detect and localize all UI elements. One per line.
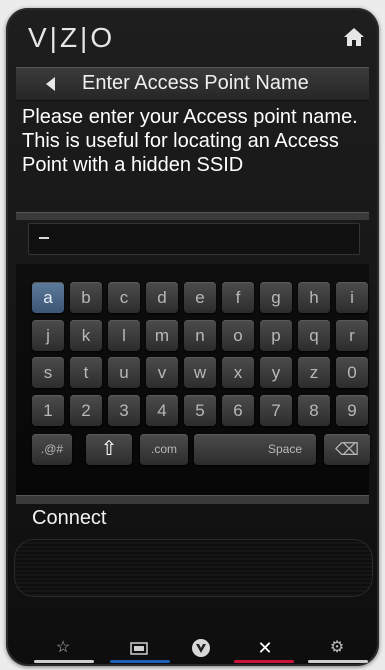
footer-underline [234,660,294,663]
footer-underline [308,660,368,663]
key-c[interactable]: c [108,282,140,313]
key-h[interactable]: h [298,282,330,313]
vizio-v-icon[interactable] [190,638,212,658]
footer-bar: ☆ ✕ ⚙ [6,634,379,666]
access-point-name-input[interactable] [28,223,360,255]
key-i[interactable]: i [336,282,368,313]
dotcom-key[interactable]: .com [140,434,188,465]
input-icon[interactable] [128,638,150,658]
text-cursor [39,237,49,239]
page-title: Enter Access Point Name [82,72,309,94]
key-3[interactable]: 3 [108,394,140,426]
key-r[interactable]: r [336,319,368,351]
title-bar: Enter Access Point Name [16,67,369,101]
divider [16,495,369,504]
key-x[interactable]: x [222,357,254,388]
key-w[interactable]: w [184,357,216,388]
key-d[interactable]: d [146,282,178,313]
key-6[interactable]: 6 [222,394,254,426]
exit-icon[interactable]: ✕ [254,638,276,658]
header: V|Z|O [6,8,379,66]
key-z[interactable]: z [298,357,330,388]
shift-key[interactable]: ⇧ [86,434,132,465]
key-5[interactable]: 5 [184,394,216,426]
divider [16,212,369,220]
key-0[interactable]: 0 [336,357,368,388]
key-2[interactable]: 2 [70,394,102,426]
key-y[interactable]: y [260,357,292,388]
key-4[interactable]: 4 [146,394,178,426]
backspace-key[interactable]: ⌫ [324,434,370,465]
back-arrow-icon[interactable] [46,77,55,91]
space-key[interactable]: Space [194,434,316,465]
footer-underline [110,660,170,663]
key-p[interactable]: p [260,319,292,351]
footer-underline [34,660,94,663]
key-e[interactable]: e [184,282,216,313]
key-8[interactable]: 8 [298,394,330,426]
key-a[interactable]: a [32,282,64,313]
key-1[interactable]: 1 [32,394,64,426]
menu-panel: V|Z|O Enter Access Point Name Please ent… [6,8,379,666]
key-b[interactable]: b [70,282,102,313]
key-n[interactable]: n [184,319,216,351]
vizio-logo: V|Z|O [28,22,116,53]
key-j[interactable]: j [32,319,64,351]
key-q[interactable]: q [298,319,330,351]
key-l[interactable]: l [108,319,140,351]
key-v[interactable]: v [146,357,178,388]
on-screen-keyboard: a b c d e f g h i j k l m n o p q r s t u v w x y z 0 1 2 3 4 5 6 7 8 9 .@# ⇧… [16,264,370,496]
symbols-key[interactable]: .@# [32,434,72,465]
key-o[interactable]: o [222,319,254,351]
key-7[interactable]: 7 [260,394,292,426]
key-s[interactable]: s [32,357,64,388]
key-m[interactable]: m [146,319,178,351]
key-t[interactable]: t [70,357,102,388]
key-9[interactable]: 9 [336,394,368,426]
key-g[interactable]: g [260,282,292,313]
status-area [14,539,373,597]
key-f[interactable]: f [222,282,254,313]
star-icon[interactable]: ☆ [52,638,74,658]
home-icon[interactable] [343,26,365,48]
connect-button[interactable]: Connect [32,507,107,530]
gear-icon[interactable]: ⚙ [326,638,348,658]
key-k[interactable]: k [70,319,102,351]
tv-menu-screen: V|Z|O Enter Access Point Name Please ent… [0,0,385,670]
instruction-text: Please enter your Access point name. Thi… [22,106,358,176]
key-u[interactable]: u [108,357,140,388]
